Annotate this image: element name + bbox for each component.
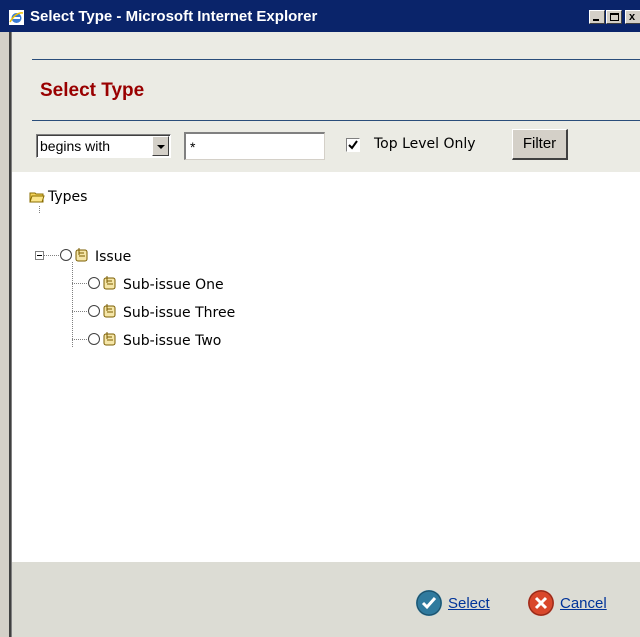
type-tree: Types Issue Sub-issue One Sub-issue Thre…	[12, 172, 640, 562]
match-mode-select[interactable]: begins with	[36, 134, 171, 158]
header-divider	[32, 120, 640, 121]
window-frame	[0, 32, 12, 637]
filter-button[interactable]: Filter	[512, 129, 568, 160]
tree-connector	[72, 339, 87, 340]
search-input[interactable]	[184, 132, 325, 160]
page-title: Select Type	[40, 80, 145, 101]
minimize-icon	[593, 19, 599, 21]
tree-node-radio[interactable]	[88, 305, 100, 317]
maximize-icon	[610, 13, 619, 21]
window-titlebar[interactable]: Select Type - Microsoft Internet Explore…	[0, 0, 640, 32]
top-level-only-label: Top Level Only	[374, 136, 476, 152]
select-link[interactable]: Select	[448, 595, 490, 612]
cancel-action[interactable]: Cancel	[528, 590, 607, 616]
tree-node-label[interactable]: Sub-issue Two	[123, 333, 221, 349]
browser-window: Select Type - Microsoft Internet Explore…	[0, 0, 640, 637]
close-button[interactable]: x	[625, 10, 640, 24]
hand-item-icon	[75, 247, 89, 263]
tree-connector	[72, 311, 87, 312]
tree-node-label[interactable]: Sub-issue One	[123, 277, 224, 293]
dialog-footer: Select Cancel	[12, 562, 640, 637]
cancel-link[interactable]: Cancel	[560, 595, 607, 612]
maximize-button[interactable]	[606, 10, 622, 24]
hand-item-icon	[103, 331, 117, 347]
hand-item-icon	[103, 275, 117, 291]
header-divider	[32, 59, 640, 60]
tree-connector	[39, 206, 40, 214]
tree-node-radio[interactable]	[88, 333, 100, 345]
checkmark-icon	[348, 140, 358, 150]
tree-connector	[72, 283, 87, 284]
tree-root-label[interactable]: Types	[48, 189, 87, 205]
tree-connector	[44, 255, 60, 256]
chevron-down-icon[interactable]	[152, 136, 169, 156]
dialog-content: Select Type begins with Top Level Only F…	[12, 32, 640, 637]
tree-node-radio[interactable]	[88, 277, 100, 289]
folder-open-icon	[29, 190, 45, 204]
close-circle-icon[interactable]	[528, 590, 554, 616]
hand-item-icon	[103, 303, 117, 319]
checkmark-circle-icon[interactable]	[416, 590, 442, 616]
collapse-toggle-icon[interactable]	[35, 251, 44, 260]
tree-node-label[interactable]: Issue	[95, 249, 131, 265]
top-level-only-checkbox[interactable]	[346, 138, 360, 152]
tree-node-label[interactable]: Sub-issue Three	[123, 305, 235, 321]
tree-node-radio[interactable]	[60, 249, 72, 261]
close-icon: x	[629, 11, 636, 23]
window-title: Select Type - Microsoft Internet Explore…	[30, 8, 318, 25]
match-mode-value: begins with	[40, 138, 111, 154]
internet-explorer-icon	[9, 10, 24, 25]
tree-connector	[72, 262, 73, 348]
select-action[interactable]: Select	[416, 590, 490, 616]
minimize-button[interactable]	[589, 10, 605, 24]
